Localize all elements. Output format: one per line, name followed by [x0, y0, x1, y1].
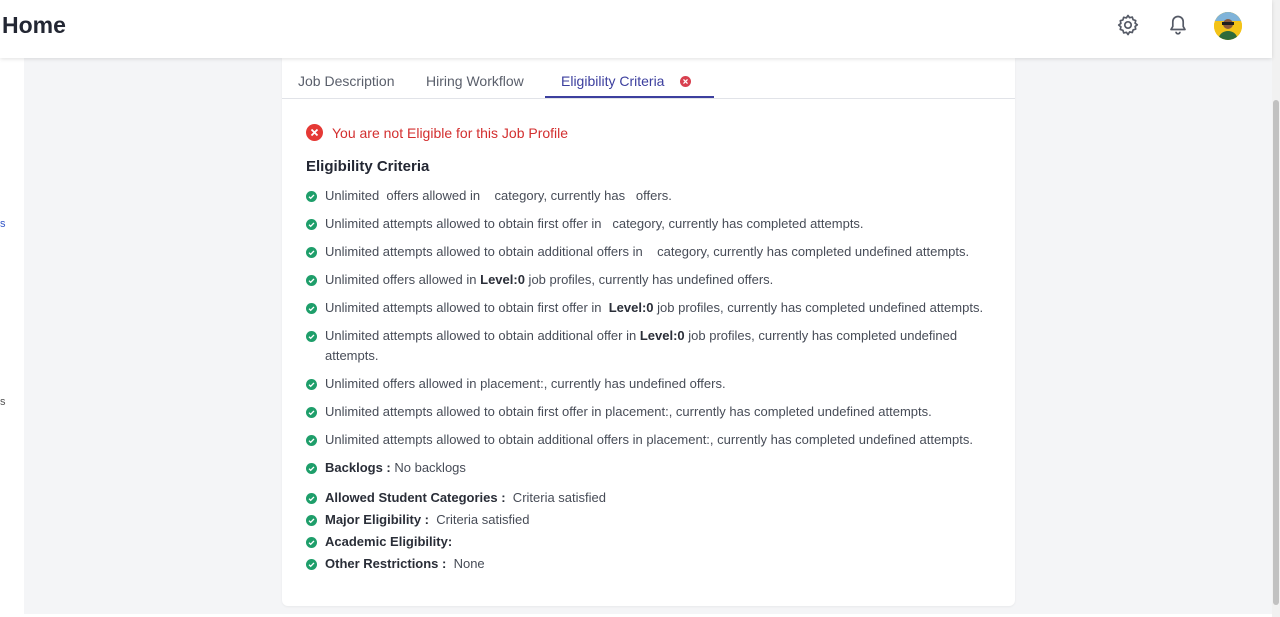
criteria-text: Unlimited offers allowed in Level:0 job …	[325, 272, 774, 287]
check-circle-icon	[306, 537, 317, 548]
level-label: Level:0	[480, 272, 525, 287]
eligibility-alert: You are not Eligible for this Job Profil…	[306, 124, 568, 141]
tab-job-description[interactable]: Job Description	[298, 73, 395, 89]
backlogs-label: Backlogs :	[325, 460, 391, 475]
criteria-text: Unlimited attempts allowed to obtain fir…	[325, 404, 932, 419]
check-circle-icon	[306, 493, 317, 504]
tab-hiring-workflow[interactable]: Hiring Workflow	[426, 73, 524, 89]
check-circle-icon	[306, 379, 317, 390]
page-title: Home	[2, 12, 66, 38]
categories-label: Allowed Student Categories :	[325, 490, 506, 505]
gear-icon	[1117, 14, 1139, 36]
other-label: Other Restrictions :	[325, 556, 447, 571]
active-tab-indicator	[545, 96, 714, 98]
backlogs-value: No backlogs	[390, 460, 466, 475]
sidebar-item-fragment[interactable]: s	[0, 396, 6, 408]
check-circle-icon	[306, 219, 317, 230]
section-title: Eligibility Criteria	[306, 158, 430, 175]
check-circle-icon	[306, 407, 317, 418]
check-circle-icon	[306, 331, 317, 342]
check-circle-icon	[306, 275, 317, 286]
check-circle-icon	[306, 463, 317, 474]
major-label: Major Eligibility :	[325, 512, 430, 527]
sidebar-item-fragment[interactable]: s	[0, 218, 6, 230]
page-scrollbar[interactable]	[1272, 0, 1280, 617]
tab-eligibility-criteria[interactable]: Eligibility Criteria	[561, 73, 664, 89]
criteria-text: Unlimited attempts allowed to obtain add…	[325, 432, 973, 447]
scrollbar-thumb[interactable]	[1273, 100, 1279, 605]
check-circle-icon	[306, 559, 317, 570]
check-circle-icon	[306, 435, 317, 446]
major-value: Criteria satisfied	[429, 512, 530, 527]
check-circle-icon	[306, 515, 317, 526]
sidebar: s s	[0, 58, 24, 617]
criteria-text: Unlimited attempts allowed to obtain fir…	[325, 300, 984, 315]
tab-bar: Job Description Hiring Workflow Eligibil…	[282, 58, 1015, 99]
other-value: None	[446, 556, 485, 571]
categories-value: Criteria satisfied	[505, 490, 606, 505]
job-profile-card: Job Description Hiring Workflow Eligibil…	[282, 58, 1015, 606]
check-circle-icon	[306, 191, 317, 202]
criteria-text: Unlimited offers allowed in category, cu…	[325, 188, 672, 203]
level-label: Level:0	[608, 300, 654, 315]
check-circle-icon	[306, 303, 317, 314]
academic-label: Academic Eligibility:	[325, 534, 453, 549]
top-header: Home	[0, 0, 1272, 58]
bell-icon	[1170, 15, 1186, 35]
user-avatar-icon	[1214, 12, 1242, 40]
criteria-text: Unlimited attempts allowed to obtain fir…	[325, 216, 864, 231]
level-label: Level:0	[639, 328, 685, 343]
error-icon	[306, 124, 323, 141]
criteria-text: Unlimited attempts allowed to obtain add…	[325, 328, 958, 363]
notifications-button[interactable]	[1166, 13, 1190, 37]
alert-message: You are not Eligible for this Job Profil…	[332, 124, 569, 141]
avatar[interactable]	[1214, 12, 1242, 40]
check-circle-icon	[306, 247, 317, 258]
not-eligible-icon	[680, 76, 691, 87]
criteria-text: Unlimited offers allowed in placement:, …	[325, 376, 726, 391]
settings-button[interactable]	[1116, 13, 1140, 37]
criteria-text: Unlimited attempts allowed to obtain add…	[325, 244, 970, 259]
